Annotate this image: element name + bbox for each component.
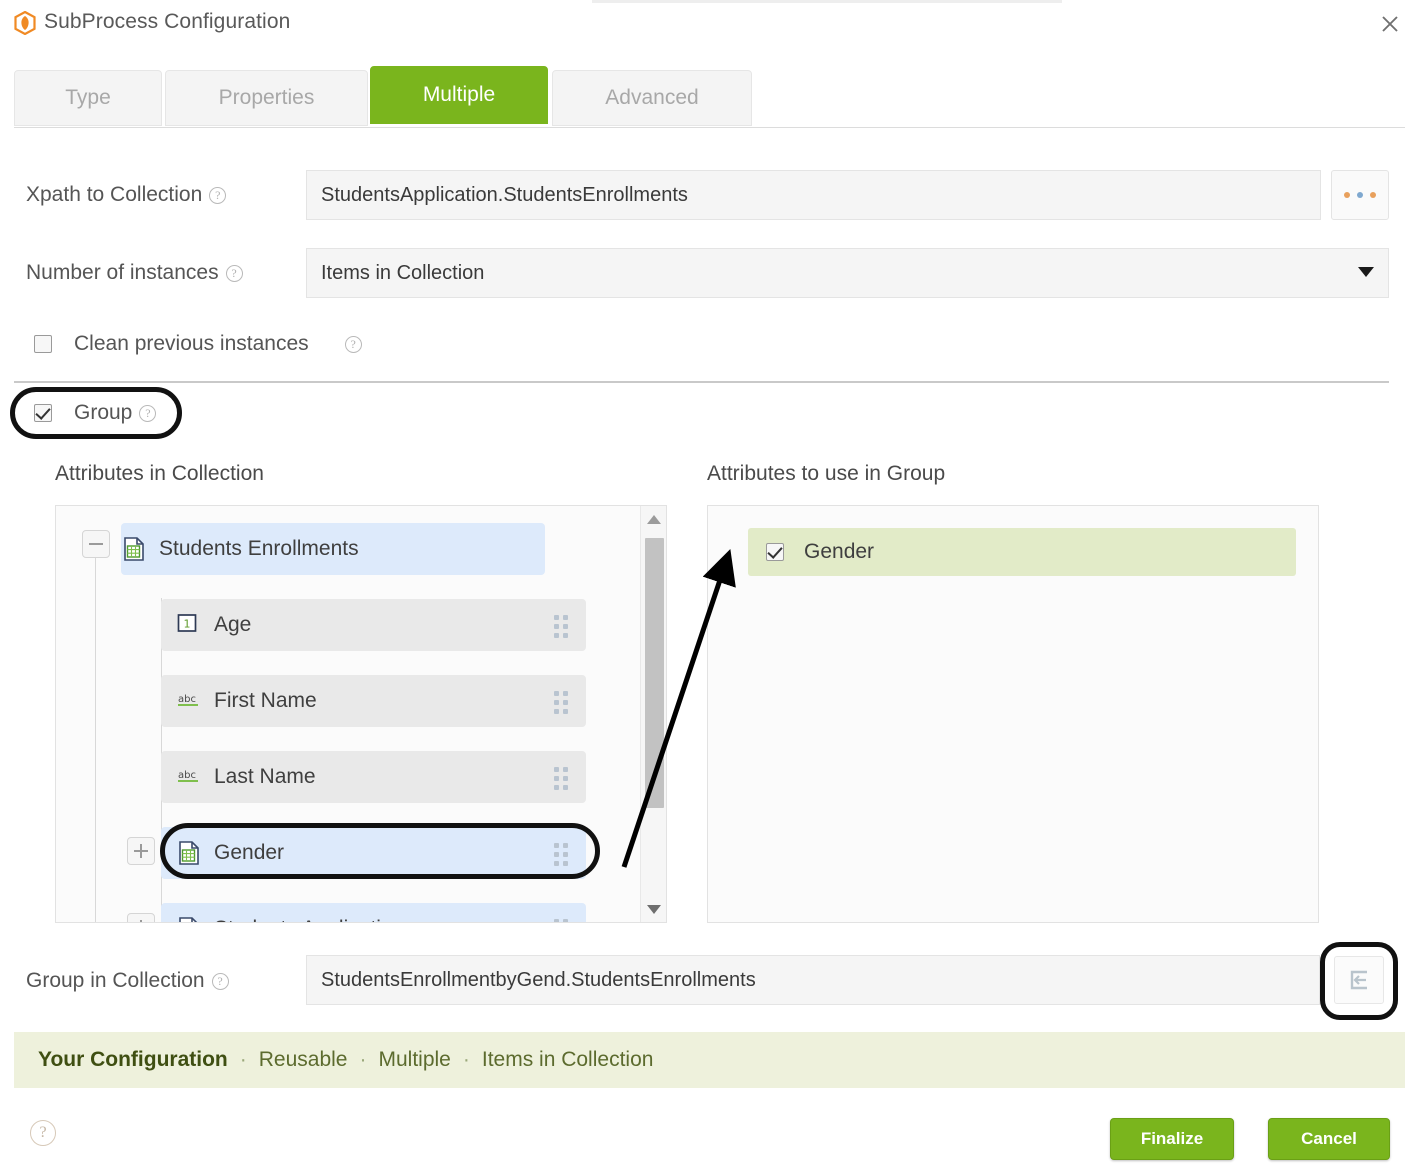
text-type-icon: abc <box>176 688 202 714</box>
tab-bar: Type Properties Multiple Advanced <box>0 66 1419 128</box>
summary-separator: · <box>359 1048 367 1071</box>
collection-icon <box>121 536 147 562</box>
help-icon[interactable]: ? <box>344 335 362 353</box>
help-icon[interactable]: ? <box>139 404 157 422</box>
help-icon[interactable]: ? <box>211 973 229 990</box>
group-in-collection-label-text: Group in Collection <box>26 969 205 992</box>
finalize-button[interactable]: Finalize <box>1110 1118 1234 1160</box>
tree-row-last-name[interactable]: abc Last Name <box>161 751 586 803</box>
xpath-input[interactable]: StudentsApplication.StudentsEnrollments <box>306 170 1321 220</box>
drag-handle-icon[interactable] <box>554 843 568 866</box>
tree-row-label: Age <box>214 613 252 636</box>
tree-row-label: Students Application <box>214 917 404 922</box>
tab-multiple[interactable]: Multiple <box>370 66 548 124</box>
tree-row-gender[interactable]: Gender <box>161 827 586 879</box>
configuration-summary-bar: Your Configuration · Reusable · Multiple… <box>14 1032 1405 1088</box>
instances-label: Number of instances? <box>26 261 243 285</box>
number-type-icon: 1 <box>176 612 202 638</box>
group-item-label: Gender <box>804 540 875 563</box>
tree-row-label: Students Enrollments <box>159 537 359 560</box>
summary-part-items-in-collection: Items in Collection <box>481 1048 654 1071</box>
svg-text:abc: abc <box>178 694 196 705</box>
tab-properties[interactable]: Properties <box>165 70 368 126</box>
tree-row-first-name[interactable]: abc First Name <box>161 675 586 727</box>
scrollbar-thumb[interactable] <box>645 538 664 808</box>
tree-guide <box>95 542 96 922</box>
drag-handle-icon[interactable] <box>554 691 568 714</box>
help-icon[interactable]: ? <box>209 187 227 204</box>
attributes-to-use-in-group-heading: Attributes to use in Group <box>707 462 946 485</box>
summary-part-multiple: Multiple <box>378 1048 451 1071</box>
group-item-checkbox[interactable] <box>766 543 784 561</box>
drag-handle-icon[interactable] <box>554 767 568 790</box>
clean-previous-instances-label: Clean previous instances <box>74 332 309 355</box>
instances-label-text: Number of instances <box>26 261 219 284</box>
tab-advanced[interactable]: Advanced <box>552 70 752 126</box>
tree-expander-gender[interactable] <box>127 837 155 865</box>
attributes-in-collection-panel: Students Enrollments 1 Age abc First Nam… <box>55 505 667 923</box>
ellipsis-dot-icon <box>1370 192 1376 198</box>
group-item-gender[interactable]: Gender <box>748 528 1296 576</box>
attributes-to-use-in-group-panel: Gender <box>707 505 1319 923</box>
help-icon[interactable]: ? <box>225 265 243 282</box>
tree-row-students-application[interactable]: Students Application <box>161 903 586 922</box>
tree-scrollbar[interactable] <box>640 506 666 922</box>
collection-icon <box>176 916 202 922</box>
tree-expander-students-enrollments[interactable] <box>82 530 110 558</box>
scroll-up-icon[interactable] <box>641 506 666 532</box>
summary-part-reusable: Reusable <box>258 1048 348 1071</box>
summary-separator: · <box>462 1048 470 1071</box>
group-row[interactable]: Group ? <box>34 401 157 425</box>
tree-row-label: First Name <box>214 689 317 712</box>
xpath-browse-button[interactable] <box>1331 170 1389 220</box>
hexagon-logo-icon <box>14 10 36 36</box>
instances-select[interactable]: Items in Collection <box>306 248 1389 298</box>
tree-expander-students-application[interactable] <box>127 913 155 922</box>
collection-icon <box>176 840 202 866</box>
xpath-label: Xpath to Collection? <box>26 183 227 207</box>
group-in-collection-apply-button[interactable] <box>1334 956 1384 1004</box>
group-in-collection-label: Group in Collection? <box>26 969 229 993</box>
cancel-button[interactable]: Cancel <box>1268 1118 1390 1160</box>
svg-text:1: 1 <box>184 618 191 631</box>
drag-handle-icon[interactable] <box>554 615 568 638</box>
window-title: SubProcess Configuration <box>44 10 291 33</box>
tab-type[interactable]: Type <box>14 70 162 126</box>
tab-bar-divider <box>14 127 1405 128</box>
section-divider <box>14 381 1389 383</box>
close-icon[interactable] <box>1373 8 1407 40</box>
summary-separator: · <box>239 1048 247 1071</box>
xpath-label-text: Xpath to Collection <box>26 183 203 206</box>
ellipsis-dot-icon <box>1357 192 1363 198</box>
clean-previous-instances-checkbox[interactable] <box>34 335 52 353</box>
group-label: Group <box>74 401 133 424</box>
group-in-collection-input[interactable]: StudentsEnrollmentbyGend.StudentsEnrollm… <box>306 955 1320 1005</box>
clean-previous-instances-row[interactable]: Clean previous instances ? <box>34 332 362 356</box>
return-arrow-icon <box>1350 970 1367 990</box>
tree-row-students-enrollments[interactable]: Students Enrollments <box>121 523 545 575</box>
scroll-down-icon[interactable] <box>641 896 666 922</box>
attributes-in-collection-heading: Attributes in Collection <box>55 462 264 485</box>
tree-row-label: Gender <box>214 841 285 864</box>
title-bar: SubProcess Configuration <box>0 0 1419 48</box>
drag-handle-icon[interactable] <box>554 919 568 922</box>
svg-text:abc: abc <box>178 770 196 781</box>
help-icon[interactable]: ? <box>30 1120 56 1146</box>
instances-select-value: Items in Collection <box>321 261 485 284</box>
tree-row-age[interactable]: 1 Age <box>161 599 586 651</box>
group-checkbox[interactable] <box>34 404 52 422</box>
text-type-icon: abc <box>176 764 202 790</box>
chevron-down-icon <box>1358 267 1374 277</box>
summary-title: Your Configuration <box>38 1048 228 1071</box>
ellipsis-dot-icon <box>1344 192 1350 198</box>
tree-row-label: Last Name <box>214 765 316 788</box>
tree-list: Students Enrollments 1 Age abc First Nam… <box>56 506 642 922</box>
